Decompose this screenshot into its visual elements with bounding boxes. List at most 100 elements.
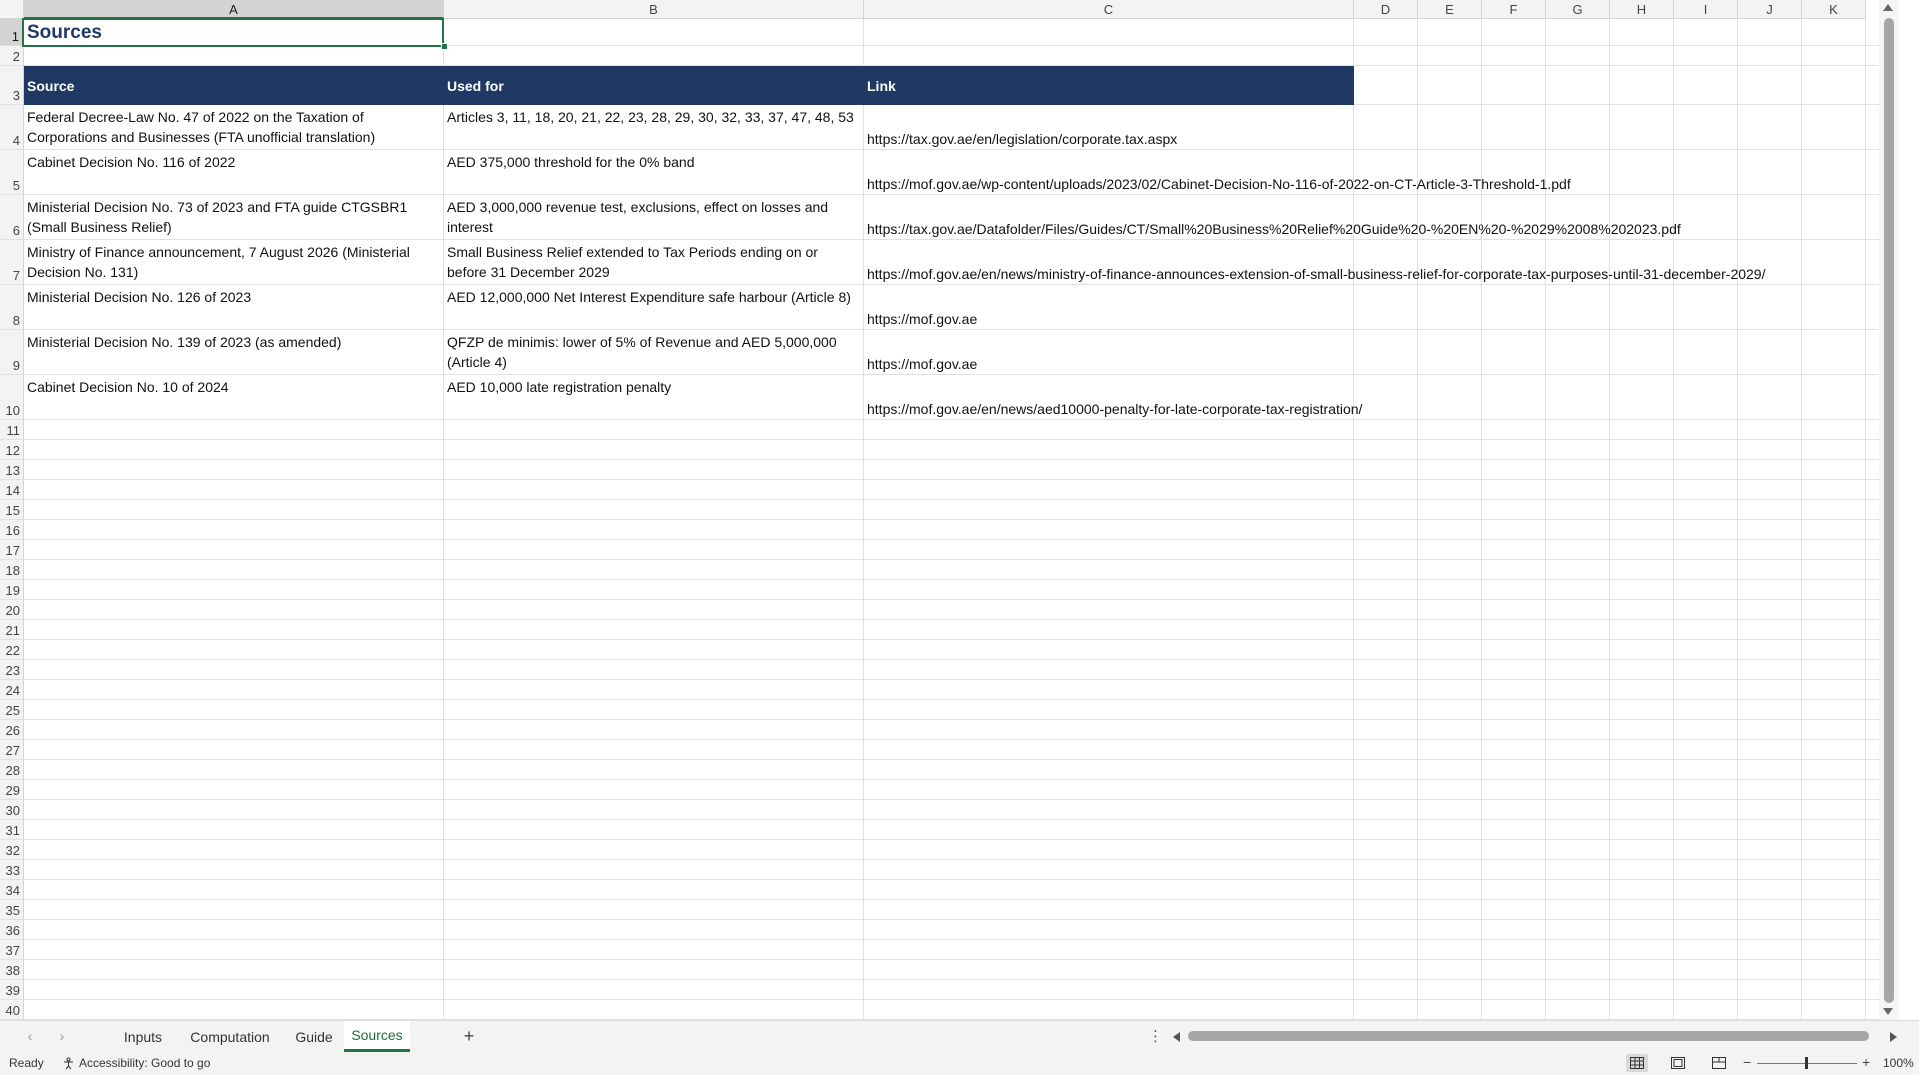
sheet-tab-sources[interactable]: Sources xyxy=(344,1021,410,1052)
column-header-c[interactable]: C xyxy=(864,0,1354,19)
source-cell[interactable]: Ministerial Decision No. 73 of 2023 and … xyxy=(24,195,444,240)
used-for-cell[interactable]: AED 375,000 threshold for the 0% band xyxy=(444,150,864,195)
row-header-38[interactable]: 38 xyxy=(0,960,24,980)
row-header-23[interactable]: 23 xyxy=(0,660,24,680)
row-header-18[interactable]: 18 xyxy=(0,560,24,580)
link-cell[interactable]: https://mof.gov.ae xyxy=(864,330,1354,375)
row-header-35[interactable]: 35 xyxy=(0,900,24,920)
row-header-1[interactable]: 1 xyxy=(0,19,24,46)
horizontal-scrollbar[interactable] xyxy=(1170,1027,1900,1047)
row-header-29[interactable]: 29 xyxy=(0,780,24,800)
header-source[interactable]: Source xyxy=(24,66,444,105)
row-header-25[interactable]: 25 xyxy=(0,700,24,720)
source-cell[interactable]: Ministerial Decision No. 139 of 2023 (as… xyxy=(24,330,444,375)
vertical-scroll-thumb[interactable] xyxy=(1884,18,1894,1003)
row-header-4[interactable]: 4 xyxy=(0,105,24,150)
row-header-40[interactable]: 40 xyxy=(0,1000,24,1020)
source-cell[interactable]: Cabinet Decision No. 10 of 2024 xyxy=(24,375,444,420)
fill-handle[interactable] xyxy=(441,43,448,50)
column-header-j[interactable]: J xyxy=(1738,0,1802,19)
row-header-7[interactable]: 7 xyxy=(0,240,24,285)
used-for-cell[interactable]: AED 3,000,000 revenue test, exclusions, … xyxy=(444,195,864,240)
row-header-13[interactable]: 13 xyxy=(0,460,24,480)
column-header-h[interactable]: H xyxy=(1610,0,1674,19)
row-header-16[interactable]: 16 xyxy=(0,520,24,540)
cells-area[interactable]: Sources Source Used for Link Federal Dec… xyxy=(22,18,1899,1020)
header-link[interactable]: Link xyxy=(864,66,1354,105)
row-header-30[interactable]: 30 xyxy=(0,800,24,820)
row-header-36[interactable]: 36 xyxy=(0,920,24,940)
row-header-8[interactable]: 8 xyxy=(0,285,24,330)
sheet-tab-guide[interactable]: Guide xyxy=(287,1021,341,1052)
link-cell[interactable]: https://mof.gov.ae/en/news/aed10000-pena… xyxy=(864,375,1362,420)
used-for-cell[interactable]: Small Business Relief extended to Tax Pe… xyxy=(444,240,864,285)
source-cell[interactable]: Cabinet Decision No. 116 of 2022 xyxy=(24,150,444,195)
column-header-d[interactable]: D xyxy=(1354,0,1418,19)
source-cell[interactable]: Federal Decree-Law No. 47 of 2022 on the… xyxy=(24,105,444,150)
vertical-scrollbar[interactable] xyxy=(1879,0,1899,1020)
row-header-10[interactable]: 10 xyxy=(0,375,24,420)
row-header-19[interactable]: 19 xyxy=(0,580,24,600)
link-cell[interactable]: https://tax.gov.ae/en/legislation/corpor… xyxy=(864,105,1354,150)
row-header-12[interactable]: 12 xyxy=(0,440,24,460)
scroll-right-arrow-icon[interactable] xyxy=(1890,1032,1897,1042)
link-cell[interactable]: https://mof.gov.ae/en/news/ministry-of-f… xyxy=(864,240,1765,285)
row-header-15[interactable]: 15 xyxy=(0,500,24,520)
next-sheet-icon[interactable]: › xyxy=(53,1027,71,1045)
column-header-g[interactable]: G xyxy=(1546,0,1610,19)
row-header-14[interactable]: 14 xyxy=(0,480,24,500)
sheet-tab-computation[interactable]: Computation xyxy=(176,1021,284,1052)
row-header-2[interactable]: 2 xyxy=(0,46,24,66)
row-header-6[interactable]: 6 xyxy=(0,195,24,240)
row-header-5[interactable]: 5 xyxy=(0,150,24,195)
row-header-17[interactable]: 17 xyxy=(0,540,24,560)
tab-options-icon[interactable]: ⋮ xyxy=(1148,1027,1163,1045)
link-cell[interactable]: https://mof.gov.ae xyxy=(864,285,1354,330)
source-cell[interactable]: Ministerial Decision No. 126 of 2023 xyxy=(24,285,444,330)
used-for-cell[interactable]: AED 12,000,000 Net Interest Expenditure … xyxy=(444,285,864,330)
link-cell[interactable]: https://tax.gov.ae/Datafolder/Files/Guid… xyxy=(864,195,1681,240)
scroll-down-arrow-icon[interactable] xyxy=(1883,1008,1893,1015)
used-for-cell[interactable]: AED 10,000 late registration penalty xyxy=(444,375,864,420)
normal-view-button[interactable] xyxy=(1626,1054,1648,1072)
source-cell[interactable]: Ministry of Finance announcement, 7 Augu… xyxy=(24,240,444,285)
column-header-a[interactable]: A xyxy=(24,0,444,19)
row-header-20[interactable]: 20 xyxy=(0,600,24,620)
row-header-28[interactable]: 28 xyxy=(0,760,24,780)
horizontal-scroll-thumb[interactable] xyxy=(1188,1031,1869,1041)
zoom-out-button[interactable]: − xyxy=(1743,1054,1751,1070)
row-header-9[interactable]: 9 xyxy=(0,330,24,375)
scroll-left-arrow-icon[interactable] xyxy=(1173,1032,1180,1042)
header-used-for[interactable]: Used for xyxy=(444,66,864,105)
used-for-cell[interactable]: QFZP de minimis: lower of 5% of Revenue … xyxy=(444,330,864,375)
link-cell[interactable]: https://mof.gov.ae/wp-content/uploads/20… xyxy=(864,150,1571,195)
row-header-33[interactable]: 33 xyxy=(0,860,24,880)
row-header-32[interactable]: 32 xyxy=(0,840,24,860)
column-header-k[interactable]: K xyxy=(1802,0,1866,19)
page-layout-view-button[interactable] xyxy=(1667,1054,1689,1072)
row-header-31[interactable]: 31 xyxy=(0,820,24,840)
row-header-34[interactable]: 34 xyxy=(0,880,24,900)
column-header-i[interactable]: I xyxy=(1674,0,1738,19)
select-all-corner[interactable] xyxy=(0,0,24,19)
row-header-24[interactable]: 24 xyxy=(0,680,24,700)
accessibility-status[interactable]: Accessibility: Good to go xyxy=(62,1056,210,1070)
row-header-39[interactable]: 39 xyxy=(0,980,24,1000)
column-header-b[interactable]: B xyxy=(444,0,864,19)
row-header-3[interactable]: 3 xyxy=(0,66,24,105)
row-header-27[interactable]: 27 xyxy=(0,740,24,760)
scroll-up-arrow-icon[interactable] xyxy=(1883,4,1893,11)
sheet-tab-inputs[interactable]: Inputs xyxy=(108,1021,178,1052)
row-header-21[interactable]: 21 xyxy=(0,620,24,640)
row-header-26[interactable]: 26 xyxy=(0,720,24,740)
column-header-f[interactable]: F xyxy=(1482,0,1546,19)
zoom-level[interactable]: 100% xyxy=(1883,1056,1914,1070)
previous-sheet-icon[interactable]: ‹ xyxy=(21,1027,39,1045)
row-header-22[interactable]: 22 xyxy=(0,640,24,660)
row-header-11[interactable]: 11 xyxy=(0,420,24,440)
spreadsheet-grid[interactable]: ABCDEFGHIJK 1 2 3 4 5 6 7 8 9 10 11 12 13 14 15 16 17 18 1… xyxy=(0,0,1899,1020)
add-sheet-button[interactable]: + xyxy=(458,1025,480,1047)
used-for-cell[interactable]: Articles 3, 11, 18, 20, 21, 22, 23, 28, … xyxy=(444,105,864,150)
column-header-e[interactable]: E xyxy=(1418,0,1482,19)
zoom-slider-thumb[interactable] xyxy=(1805,1057,1808,1069)
